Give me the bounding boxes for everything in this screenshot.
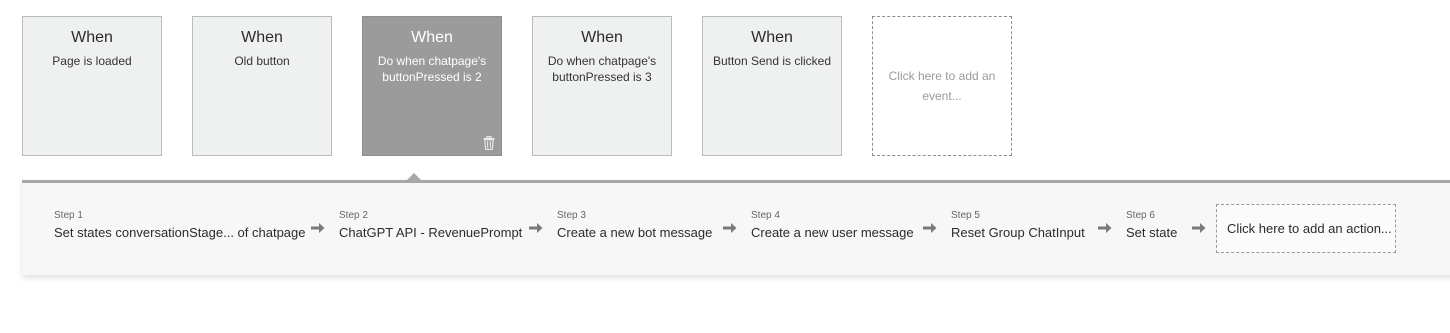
step-number: Step 6: [1126, 210, 1155, 221]
step-4[interactable]: Step 4 Create a new user message: [751, 210, 914, 242]
arrow-right-icon: [723, 223, 737, 233]
step-number: Step 2: [339, 210, 368, 221]
step-number: Step 3: [557, 210, 586, 221]
workflow-steps-panel: Step 1 Set states conversationStage... o…: [22, 173, 1450, 275]
step-2[interactable]: Step 2 ChatGPT API - RevenuePrompt: [339, 210, 522, 242]
event-description: Page is loaded: [52, 54, 132, 68]
event-title: When: [751, 29, 793, 46]
step-name: Create a new bot message: [557, 225, 713, 240]
step-number: Step 1: [54, 210, 83, 221]
step-3[interactable]: Step 3 Create a new bot message: [557, 210, 712, 242]
event-description: Old button: [234, 54, 290, 68]
arrow-right-icon: [311, 223, 325, 233]
event-title: When: [581, 29, 623, 46]
arrow-right-icon: [529, 223, 543, 233]
event-card-button-pressed-2[interactable]: When Do when chatpage's buttonPressed is…: [362, 16, 502, 156]
add-action-label: Click here to add an action...: [1227, 221, 1392, 236]
event-card-button-pressed-3[interactable]: When Do when chatpage's buttonPressed is…: [532, 16, 672, 156]
arrow-right-icon: [1098, 223, 1112, 233]
event-description: Do when chatpage's buttonPressed is 2: [377, 54, 487, 84]
selected-event-pointer: [406, 173, 422, 181]
step-name: Set states conversationStage... of chatp…: [54, 225, 306, 240]
step-number: Step 5: [951, 210, 980, 221]
event-title: When: [411, 29, 453, 46]
trash-icon[interactable]: [483, 136, 495, 150]
event-description: Button Send is clicked: [712, 54, 832, 68]
arrow-right-icon: [1192, 223, 1206, 233]
step-5[interactable]: Step 5 Reset Group ChatInput: [951, 210, 1085, 242]
event-card-send-clicked[interactable]: When Button Send is clicked: [702, 16, 842, 156]
arrow-right-icon: [923, 223, 937, 233]
step-name: ChatGPT API - RevenuePrompt: [339, 225, 523, 240]
add-event-button[interactable]: Click here to add an event...: [872, 16, 1012, 156]
event-card-page-loaded[interactable]: When Page is loaded: [22, 16, 162, 156]
add-action-button[interactable]: Click here to add an action...: [1216, 204, 1396, 253]
add-event-label: Click here to add an event...: [888, 69, 996, 103]
step-name: Reset Group ChatInput: [951, 225, 1085, 240]
step-1[interactable]: Step 1 Set states conversationStage... o…: [54, 210, 306, 242]
event-description: Do when chatpage's buttonPressed is 3: [547, 54, 657, 84]
event-title: When: [241, 29, 283, 46]
step-number: Step 4: [751, 210, 780, 221]
event-title: When: [71, 29, 113, 46]
event-card-old-button[interactable]: When Old button: [192, 16, 332, 156]
step-name: Create a new user message: [751, 225, 914, 240]
step-6[interactable]: Step 6 Set state: [1126, 210, 1177, 242]
step-name: Set state: [1126, 225, 1178, 240]
